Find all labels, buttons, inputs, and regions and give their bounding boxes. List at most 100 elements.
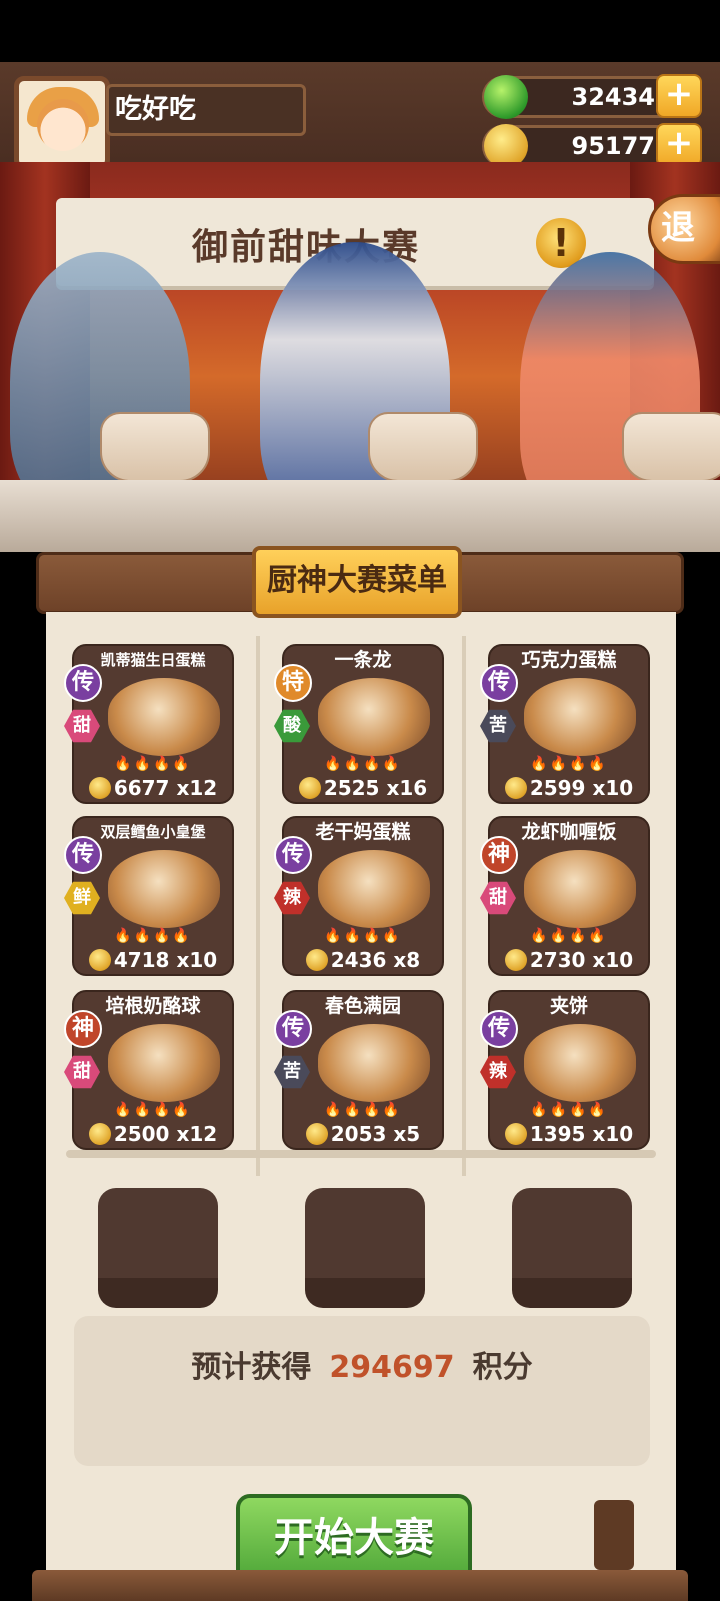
column-divider [256,636,260,1176]
gold-coin-icon [88,777,111,799]
rarity-badge: 传 [274,1010,312,1048]
flame-icons: 🔥🔥🔥🔥 [324,756,402,772]
event-stage: 御前甜味大赛 ! [0,162,720,552]
dish-quantity: x10 [592,1122,634,1146]
estimate-prefix: 预计获得 [191,1350,312,1385]
stage-table [0,480,720,552]
dish-image [108,850,220,928]
flame-icons: 🔥🔥🔥🔥 [114,928,192,944]
player-avatar[interactable] [14,76,110,170]
serving-pot [368,412,478,482]
dish-name: 培根奶酪球 [105,995,201,1017]
dish-quantity: x16 [386,776,428,800]
gold-coin-icon [298,777,321,799]
dish-image [108,1024,220,1102]
dish-price-row: 2599 x10 [490,774,648,802]
rarity-badge: 传 [480,1010,518,1048]
dish-slot[interactable] [98,1188,218,1308]
kitchen-decoration [594,1500,634,1570]
flame-icons: 🔥🔥🔥🔥 [114,756,192,772]
dish-name: 巧克力蛋糕 [521,649,617,671]
dish-name: 双层鳕鱼小皇堡 [100,823,206,841]
avatar-face [37,99,89,151]
menu-title: 厨神大赛菜单 [252,546,462,618]
column-divider [462,636,466,1176]
green-gem-icon [484,75,528,119]
dish-price-row: 2053 x5 [284,1120,442,1148]
estimated-score-panel: 预计获得 294697 积分 [74,1316,650,1466]
dish-price-row: 1395 x10 [490,1120,648,1148]
serving-pot [100,412,210,482]
gold-coin-icon [305,949,328,971]
add-coins-button[interactable]: + [656,123,702,167]
rarity-badge: 神 [480,836,518,874]
dish-quantity: x12 [176,776,218,800]
rarity-badge: 传 [274,836,312,874]
rarity-badge: 传 [64,836,102,874]
dish-price-row: 2730 x10 [490,946,648,974]
dish-quantity: x10 [592,948,634,972]
flame-icons: 🔥🔥🔥🔥 [530,928,608,944]
flame-icons: 🔥🔥🔥🔥 [114,1102,192,1118]
rarity-badge: 特 [274,664,312,702]
dish-name: 一条龙 [334,649,392,671]
rarity-badge: 传 [64,664,102,702]
dish-price: 2053 [330,1122,387,1146]
dish-quantity: x8 [393,948,421,972]
gold-coin-icon [504,949,527,971]
dish-name: 老干妈蛋糕 [315,821,411,843]
dish-image [524,1024,636,1102]
dish-name: 夹饼 [549,995,588,1017]
dish-price-row: 2525 x16 [284,774,442,802]
dish-quantity: x10 [592,776,634,800]
serving-pot [622,412,720,482]
player-name: 吃好吃 [106,84,306,136]
shelf-divider [66,1150,656,1158]
gold-coin-icon [88,949,111,971]
gold-coin-icon [504,777,527,799]
dish-price: 2730 [529,948,586,972]
dish-image [524,850,636,928]
dish-image [524,678,636,756]
dish-slot[interactable] [305,1188,425,1308]
estimate-value: 294697 [329,1350,455,1385]
dish-name: 春色满园 [324,995,401,1017]
dish-image [318,678,430,756]
plus-icon: + [664,123,694,163]
dish-slot[interactable] [512,1188,632,1308]
dish-name: 龙虾咖喱饭 [521,821,617,843]
dish-quantity: x10 [176,948,218,972]
status-bar [0,0,720,62]
dish-price: 1395 [529,1122,586,1146]
dish-quantity: x5 [393,1122,421,1146]
gold-coin-icon [88,1123,111,1145]
plus-icon: + [664,74,694,114]
dish-price-row: 4718 x10 [74,946,232,974]
rarity-badge: 神 [64,1010,102,1048]
dish-price-row: 2500 x12 [74,1120,232,1148]
flame-icons: 🔥🔥🔥🔥 [530,1102,608,1118]
bottom-frame [32,1570,688,1601]
flame-icons: 🔥🔥🔥🔥 [530,756,608,772]
dish-quantity: x12 [176,1122,218,1146]
dish-price-row: 6677 x12 [74,774,232,802]
exit-button[interactable]: 退 [648,194,720,264]
flame-icons: 🔥🔥🔥🔥 [324,1102,402,1118]
dish-image [318,1024,430,1102]
gold-coin-icon [305,1123,328,1145]
flame-icons: 🔥🔥🔥🔥 [324,928,402,944]
estimate-suffix: 积分 [472,1350,533,1385]
dish-price-row: 2436 x8 [284,946,442,974]
dish-price: 4718 [113,948,170,972]
dish-price: 2525 [323,776,380,800]
dish-price: 2599 [529,776,586,800]
dish-image [318,850,430,928]
dish-image [108,678,220,756]
rarity-badge: 传 [480,664,518,702]
dish-name: 凯蒂猫生日蛋糕 [100,651,206,669]
dish-price: 2436 [330,948,387,972]
dish-price: 6677 [113,776,170,800]
add-gems-button[interactable]: + [656,74,702,118]
gold-coin-icon [504,1123,527,1145]
dish-price: 2500 [113,1122,170,1146]
